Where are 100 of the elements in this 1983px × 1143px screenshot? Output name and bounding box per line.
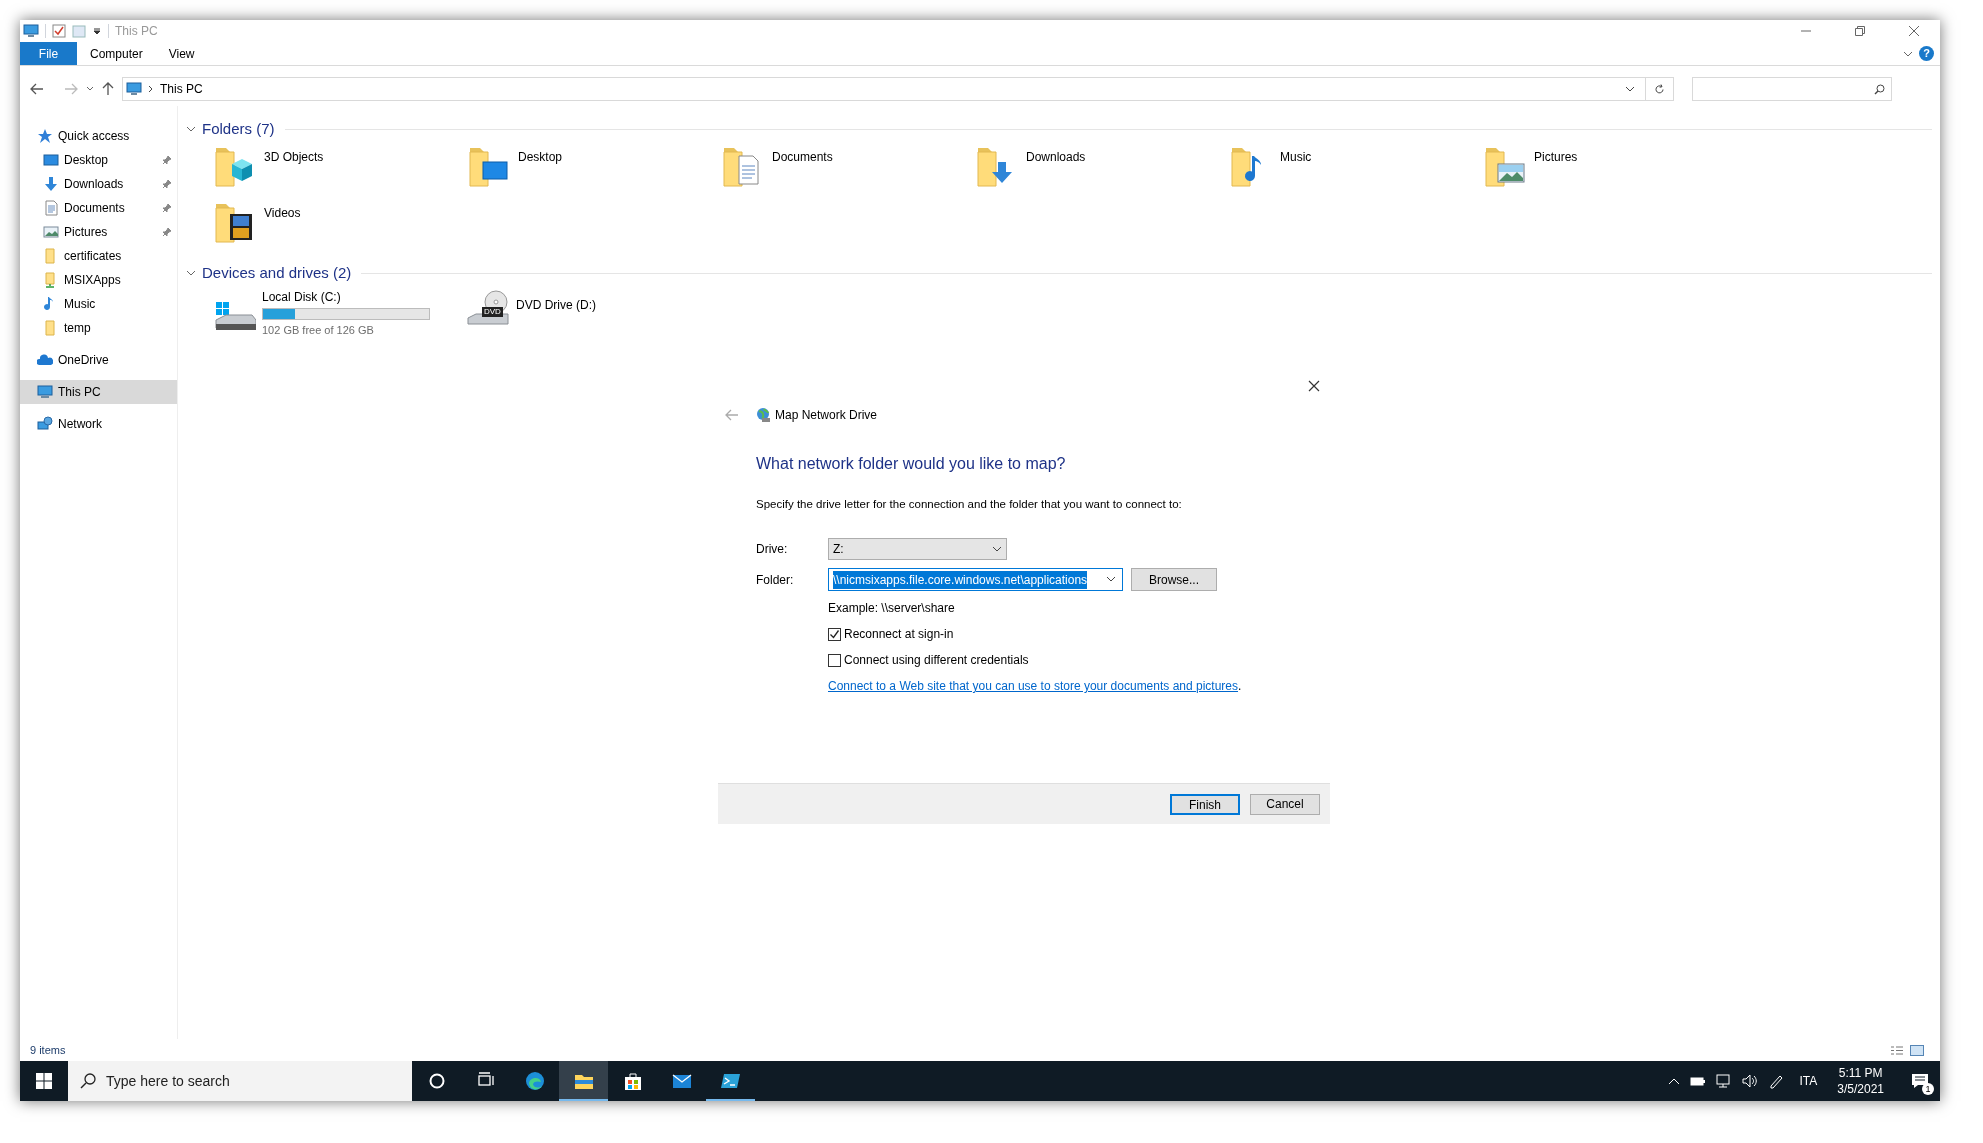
recent-locations-icon[interactable] <box>86 86 94 92</box>
window-title: This PC <box>115 23 158 40</box>
cloud-icon <box>37 352 53 368</box>
file-tab[interactable]: File <box>20 42 77 65</box>
example-text: Example: \\server\share <box>828 600 956 618</box>
large-icons-view-icon[interactable] <box>1910 1044 1924 1056</box>
checkbox-label[interactable]: Reconnect at sign-in <box>844 625 954 644</box>
dialog-instruction: Specify the drive letter for the connection and the folder that you want to connect to: <box>756 497 1183 512</box>
sidebar-item[interactable]: Downloads <box>20 172 177 196</box>
drive-label[interactable]: Local Disk (C:) <box>262 288 430 306</box>
computer-icon <box>37 384 53 400</box>
taskbar-button[interactable] <box>559 1061 608 1101</box>
sidebar-item[interactable]: Network <box>20 412 177 436</box>
sidebar-item[interactable]: MSIXApps <box>20 268 177 292</box>
dialog-title: Map Network Drive <box>775 407 878 424</box>
details-view-icon[interactable] <box>1890 1044 1904 1056</box>
clock-date[interactable]: 3/5/2021 <box>1837 1081 1884 1097</box>
close-icon[interactable] <box>1308 380 1320 392</box>
edge-icon <box>524 1071 545 1091</box>
search-icon <box>1874 83 1885 95</box>
ribbon-tab[interactable]: Computer <box>77 42 156 65</box>
down-arrow-icon <box>43 176 59 192</box>
search-field[interactable] <box>1692 77 1892 101</box>
battery-icon <box>1689 1075 1706 1087</box>
globe-drive-icon <box>755 407 771 423</box>
shopping-bag-icon <box>622 1071 643 1091</box>
drive-label[interactable]: DVD Drive (D:) <box>516 288 596 314</box>
notification-count: 1 <box>1922 1083 1934 1095</box>
checkbox-label[interactable]: Connect using different credentials <box>844 651 1029 670</box>
folder-label[interactable]: Videos <box>264 200 301 222</box>
folder-label[interactable]: Downloads <box>1026 144 1086 166</box>
windows-logo-icon <box>36 1073 52 1089</box>
notifications-button[interactable]: 1 <box>1906 1067 1934 1095</box>
dialog-heading: What network folder would you like to map? <box>756 454 1067 474</box>
sidebar-item[interactable]: Pictures <box>20 220 177 244</box>
browse-button[interactable]: Browse... <box>1131 568 1217 592</box>
show-hidden-icons-icon <box>1667 1077 1680 1085</box>
monitor-icon <box>43 152 59 168</box>
restore-icon[interactable] <box>1855 26 1865 36</box>
dropdown-icon <box>1106 576 1116 584</box>
folder-label[interactable]: Music <box>1280 144 1312 166</box>
section-header[interactable]: Folders (7) <box>202 117 275 141</box>
dvd-badge: DVD <box>482 307 503 317</box>
section-header[interactable]: Devices and drives (2) <box>202 261 352 285</box>
network-icon <box>37 416 53 432</box>
input-language[interactable]: ITA <box>1793 1072 1824 1090</box>
web-site-link[interactable]: Connect to a Web site that you can use to store your documents and pictures <box>828 679 1238 694</box>
checkbox[interactable] <box>828 653 841 667</box>
sidebar-item[interactable]: certificates <box>20 244 177 268</box>
up-icon[interactable] <box>102 82 114 96</box>
field-label: Drive: <box>756 541 789 559</box>
folder-combo-box[interactable]: \\nicmsixapps.file.core.windows.net\applications <box>828 568 1123 592</box>
pin-icon <box>162 227 172 237</box>
speaker-icon <box>1741 1074 1758 1088</box>
pin-icon <box>162 155 172 165</box>
drive-free-space: 102 GB free of 126 GB <box>262 323 375 338</box>
field-label: Folder: <box>756 571 795 589</box>
item-count: 9 items <box>30 1042 66 1058</box>
properties-icon[interactable] <box>52 24 66 38</box>
computer-icon <box>126 82 142 96</box>
search-icon <box>80 1073 96 1089</box>
sidebar-item[interactable]: Desktop <box>20 148 177 172</box>
expand-ribbon-icon[interactable] <box>1903 49 1913 58</box>
picture-icon <box>43 224 59 240</box>
star-icon <box>37 128 53 144</box>
folder-label[interactable]: Pictures <box>1534 144 1578 166</box>
address-bar[interactable]: This PC <box>122 77 1674 101</box>
sidebar-item[interactable]: temp <box>20 316 177 340</box>
refresh-icon <box>1654 83 1665 95</box>
sidebar-item[interactable]: Documents <box>20 196 177 220</box>
document-icon <box>43 200 59 216</box>
dialog-button[interactable]: Finish <box>1170 793 1240 815</box>
folder-label[interactable]: Documents <box>772 144 833 166</box>
help-button[interactable]: ? <box>1919 46 1934 61</box>
folder-label[interactable]: 3D Objects <box>264 144 324 166</box>
checkbox[interactable] <box>828 627 841 641</box>
chevron-icon[interactable] <box>186 269 196 277</box>
dropdown-icon[interactable] <box>1625 85 1635 93</box>
taskbar-search-field[interactable]: Type here to search <box>68 1061 412 1101</box>
sidebar-item[interactable]: Music <box>20 292 177 316</box>
close-icon[interactable] <box>1909 26 1919 36</box>
clock-time[interactable]: 5:11 PM <box>1838 1065 1883 1081</box>
computer-icon <box>23 24 39 38</box>
terminal-icon <box>720 1071 741 1091</box>
address-path: This PC <box>160 81 203 98</box>
folder-label[interactable]: Desktop <box>518 144 563 166</box>
pin-icon <box>162 203 172 213</box>
chevron-icon[interactable] <box>186 125 196 133</box>
sidebar-item[interactable]: Quick access <box>20 124 177 148</box>
pin-icon <box>162 179 172 189</box>
back-icon[interactable] <box>30 83 44 95</box>
pen-icon <box>1767 1073 1784 1089</box>
sidebar-item[interactable]: OneDrive <box>20 348 177 372</box>
chevron-icon[interactable] <box>148 85 154 93</box>
caret-icon[interactable] <box>92 26 102 36</box>
sidebar-item[interactable]: This PC <box>20 380 177 404</box>
link-sentence: Connect to a Web site that you can use to store your documents and pictures. <box>828 678 1243 696</box>
ribbon-tab[interactable]: View <box>155 42 208 65</box>
dialog-button[interactable]: Cancel <box>1250 793 1320 815</box>
drive-dropdown[interactable]: Z: <box>828 538 1007 561</box>
